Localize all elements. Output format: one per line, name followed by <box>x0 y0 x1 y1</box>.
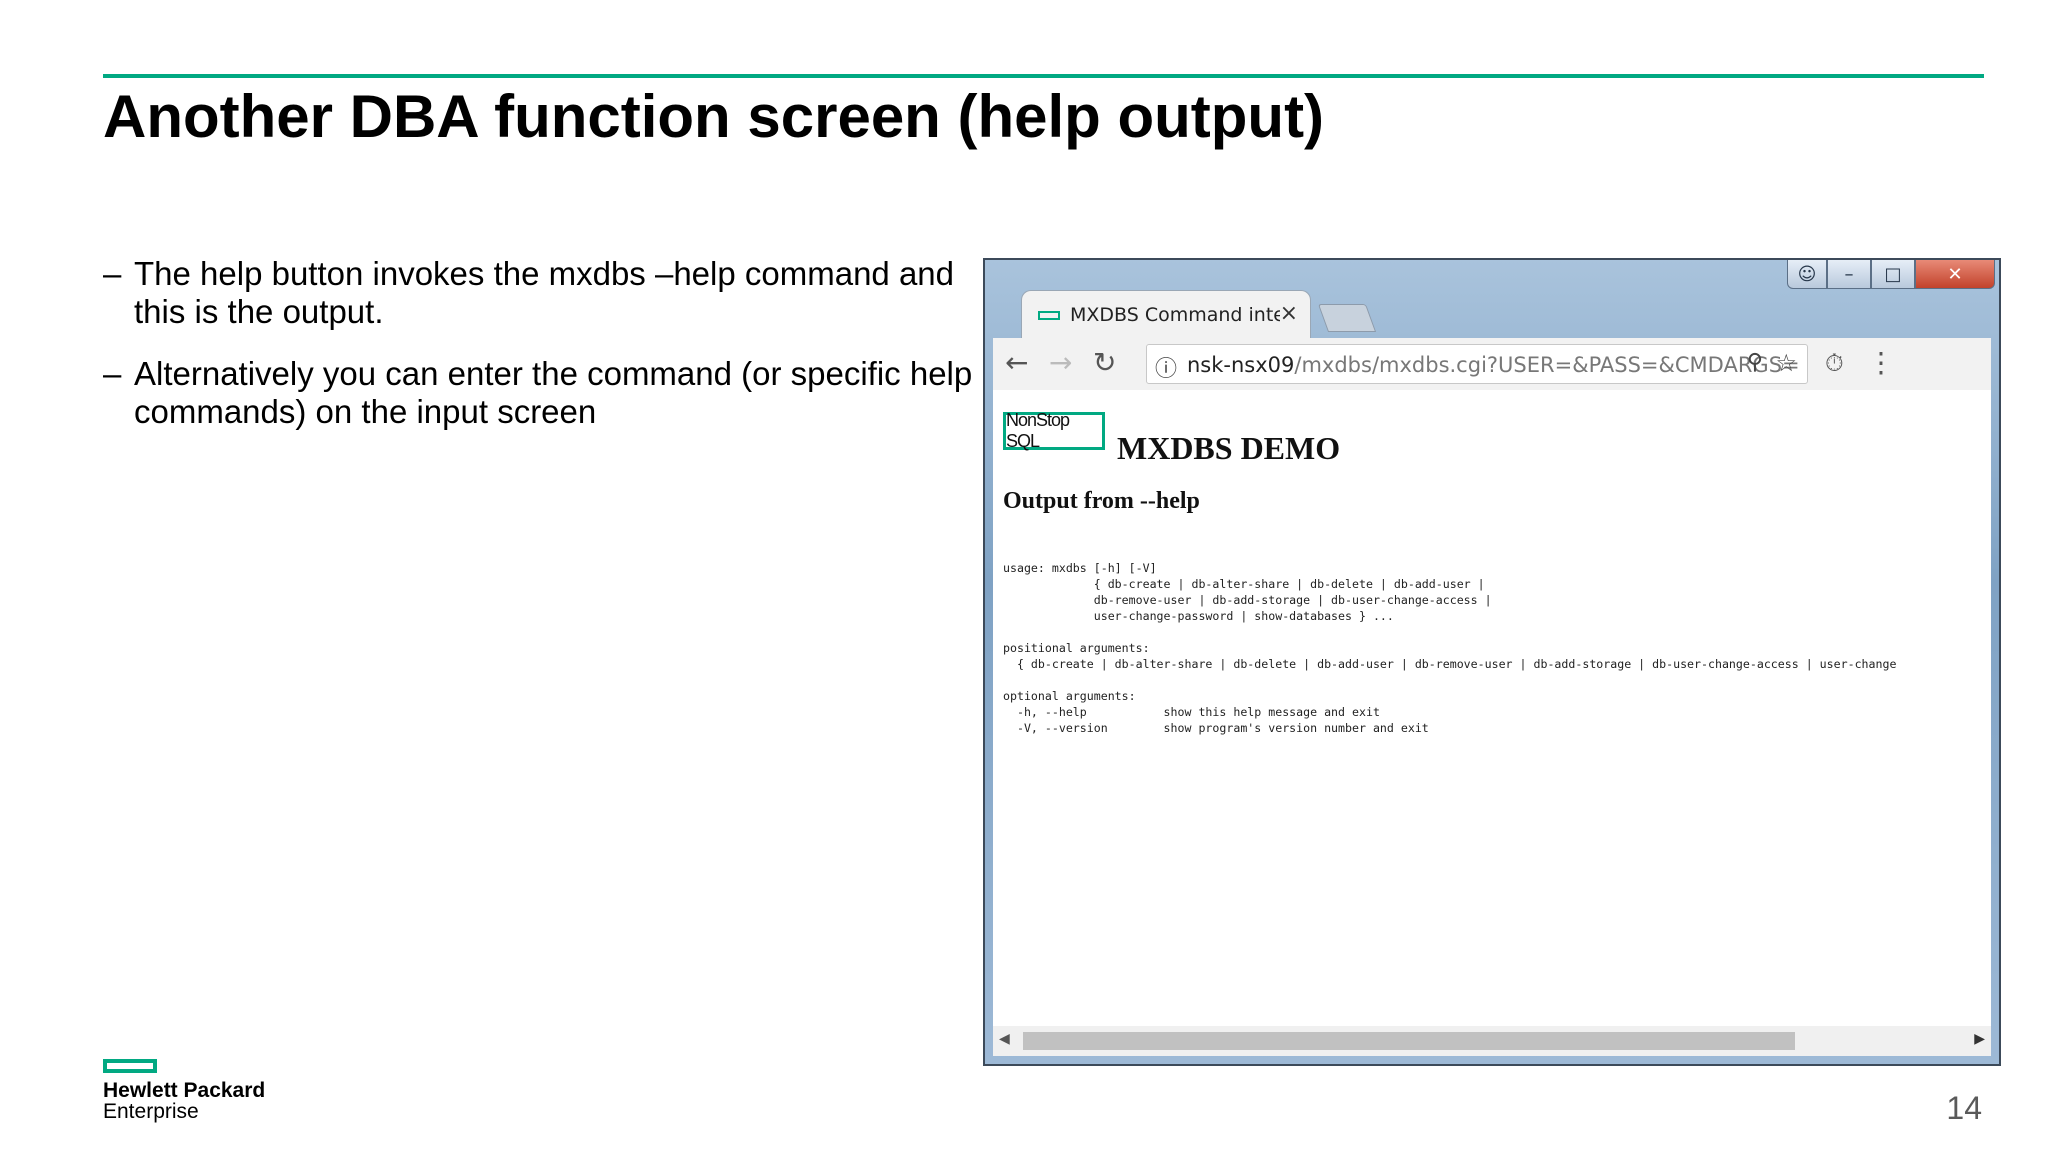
maximize-icon: □ <box>1884 263 1902 285</box>
hpe-logo-icon <box>103 1059 157 1073</box>
bullet-marker: – <box>103 355 122 392</box>
slide-title: Another DBA function screen (help output… <box>103 83 1325 150</box>
tab-title: MXDBS Command interfa <box>1070 304 1280 326</box>
forward-arrow-icon[interactable]: → <box>1049 346 1072 380</box>
scroll-left-icon[interactable]: ◀ <box>999 1031 1010 1047</box>
close-icon: ✕ <box>1947 263 1963 285</box>
browser-toolbar: ← → ↻ ⓘ nsk-nsx09/mxdbs/mxdbs.cgi?USER=&… <box>993 338 1991 390</box>
user-profile-button[interactable]: ☺ <box>1787 260 1827 289</box>
url-path: /mxdbs/mxdbs.cgi?USER=&PASS=&CMDARGS= <box>1294 353 1800 377</box>
info-icon[interactable]: ⓘ <box>1155 351 1177 383</box>
brand-name: Hewlett Packard <box>103 1079 266 1102</box>
zoom-icon[interactable]: ⚲ <box>1747 350 1763 375</box>
url-text: nsk-nsx09/mxdbs/mxdbs.cgi?USER=&PASS=&CM… <box>1187 353 1800 377</box>
page-number: 14 <box>1946 1090 1982 1126</box>
bullet-text: Alternatively you can enter the command … <box>134 355 973 430</box>
performance-icon[interactable]: ⏱ <box>1825 346 1844 380</box>
star-icon[interactable]: ☆ <box>1775 349 1797 377</box>
bullet-marker: – <box>103 255 122 292</box>
brand-subtitle: Enterprise <box>103 1100 199 1123</box>
title-rule <box>103 74 1984 78</box>
bullet-list: – The help button invokes the mxdbs –hel… <box>103 255 973 455</box>
reload-icon[interactable]: ↻ <box>1093 346 1116 380</box>
close-window-button[interactable]: ✕ <box>1915 260 1995 289</box>
bullet-item: – Alternatively you can enter the comman… <box>103 355 973 431</box>
bullet-text: The help button invokes the mxdbs –help … <box>134 255 955 330</box>
back-arrow-icon[interactable]: ← <box>1005 346 1028 380</box>
scroll-thumb[interactable] <box>1023 1032 1795 1050</box>
bullet-item: – The help button invokes the mxdbs –hel… <box>103 255 973 331</box>
menu-icon[interactable]: ⋮ <box>1867 346 1895 380</box>
minimize-button[interactable]: – <box>1827 260 1871 289</box>
help-output: usage: mxdbs [-h] [-V] { db-create | db-… <box>1003 561 1897 735</box>
url-host: nsk-nsx09 <box>1187 353 1295 377</box>
page-content: NonStop SQL MXDBS DEMO Output from --hel… <box>993 390 1991 1026</box>
output-heading: Output from --help <box>1003 488 1200 514</box>
favicon-icon <box>1038 311 1060 320</box>
page-heading: MXDBS DEMO <box>1117 430 1341 466</box>
address-bar[interactable]: ⓘ nsk-nsx09/mxdbs/mxdbs.cgi?USER=&PASS=&… <box>1146 344 1808 384</box>
horizontal-scrollbar[interactable]: ◀ ▶ <box>993 1026 1991 1056</box>
browser-window: ☺ – □ ✕ MXDBS Command interfa × ← → ↻ ⓘ … <box>983 258 2001 1066</box>
browser-tab[interactable]: MXDBS Command interfa × <box>1021 290 1311 338</box>
scroll-right-icon[interactable]: ▶ <box>1974 1031 1985 1047</box>
minimize-icon: – <box>1844 263 1854 285</box>
user-icon: ☺ <box>1797 263 1817 285</box>
nonstop-sql-logo: NonStop SQL <box>1003 410 1105 451</box>
maximize-button[interactable]: □ <box>1871 260 1915 289</box>
tab-close-button[interactable]: × <box>1280 301 1298 326</box>
new-tab-button[interactable] <box>1317 304 1377 332</box>
window-controls: ☺ – □ ✕ <box>1787 260 1995 289</box>
